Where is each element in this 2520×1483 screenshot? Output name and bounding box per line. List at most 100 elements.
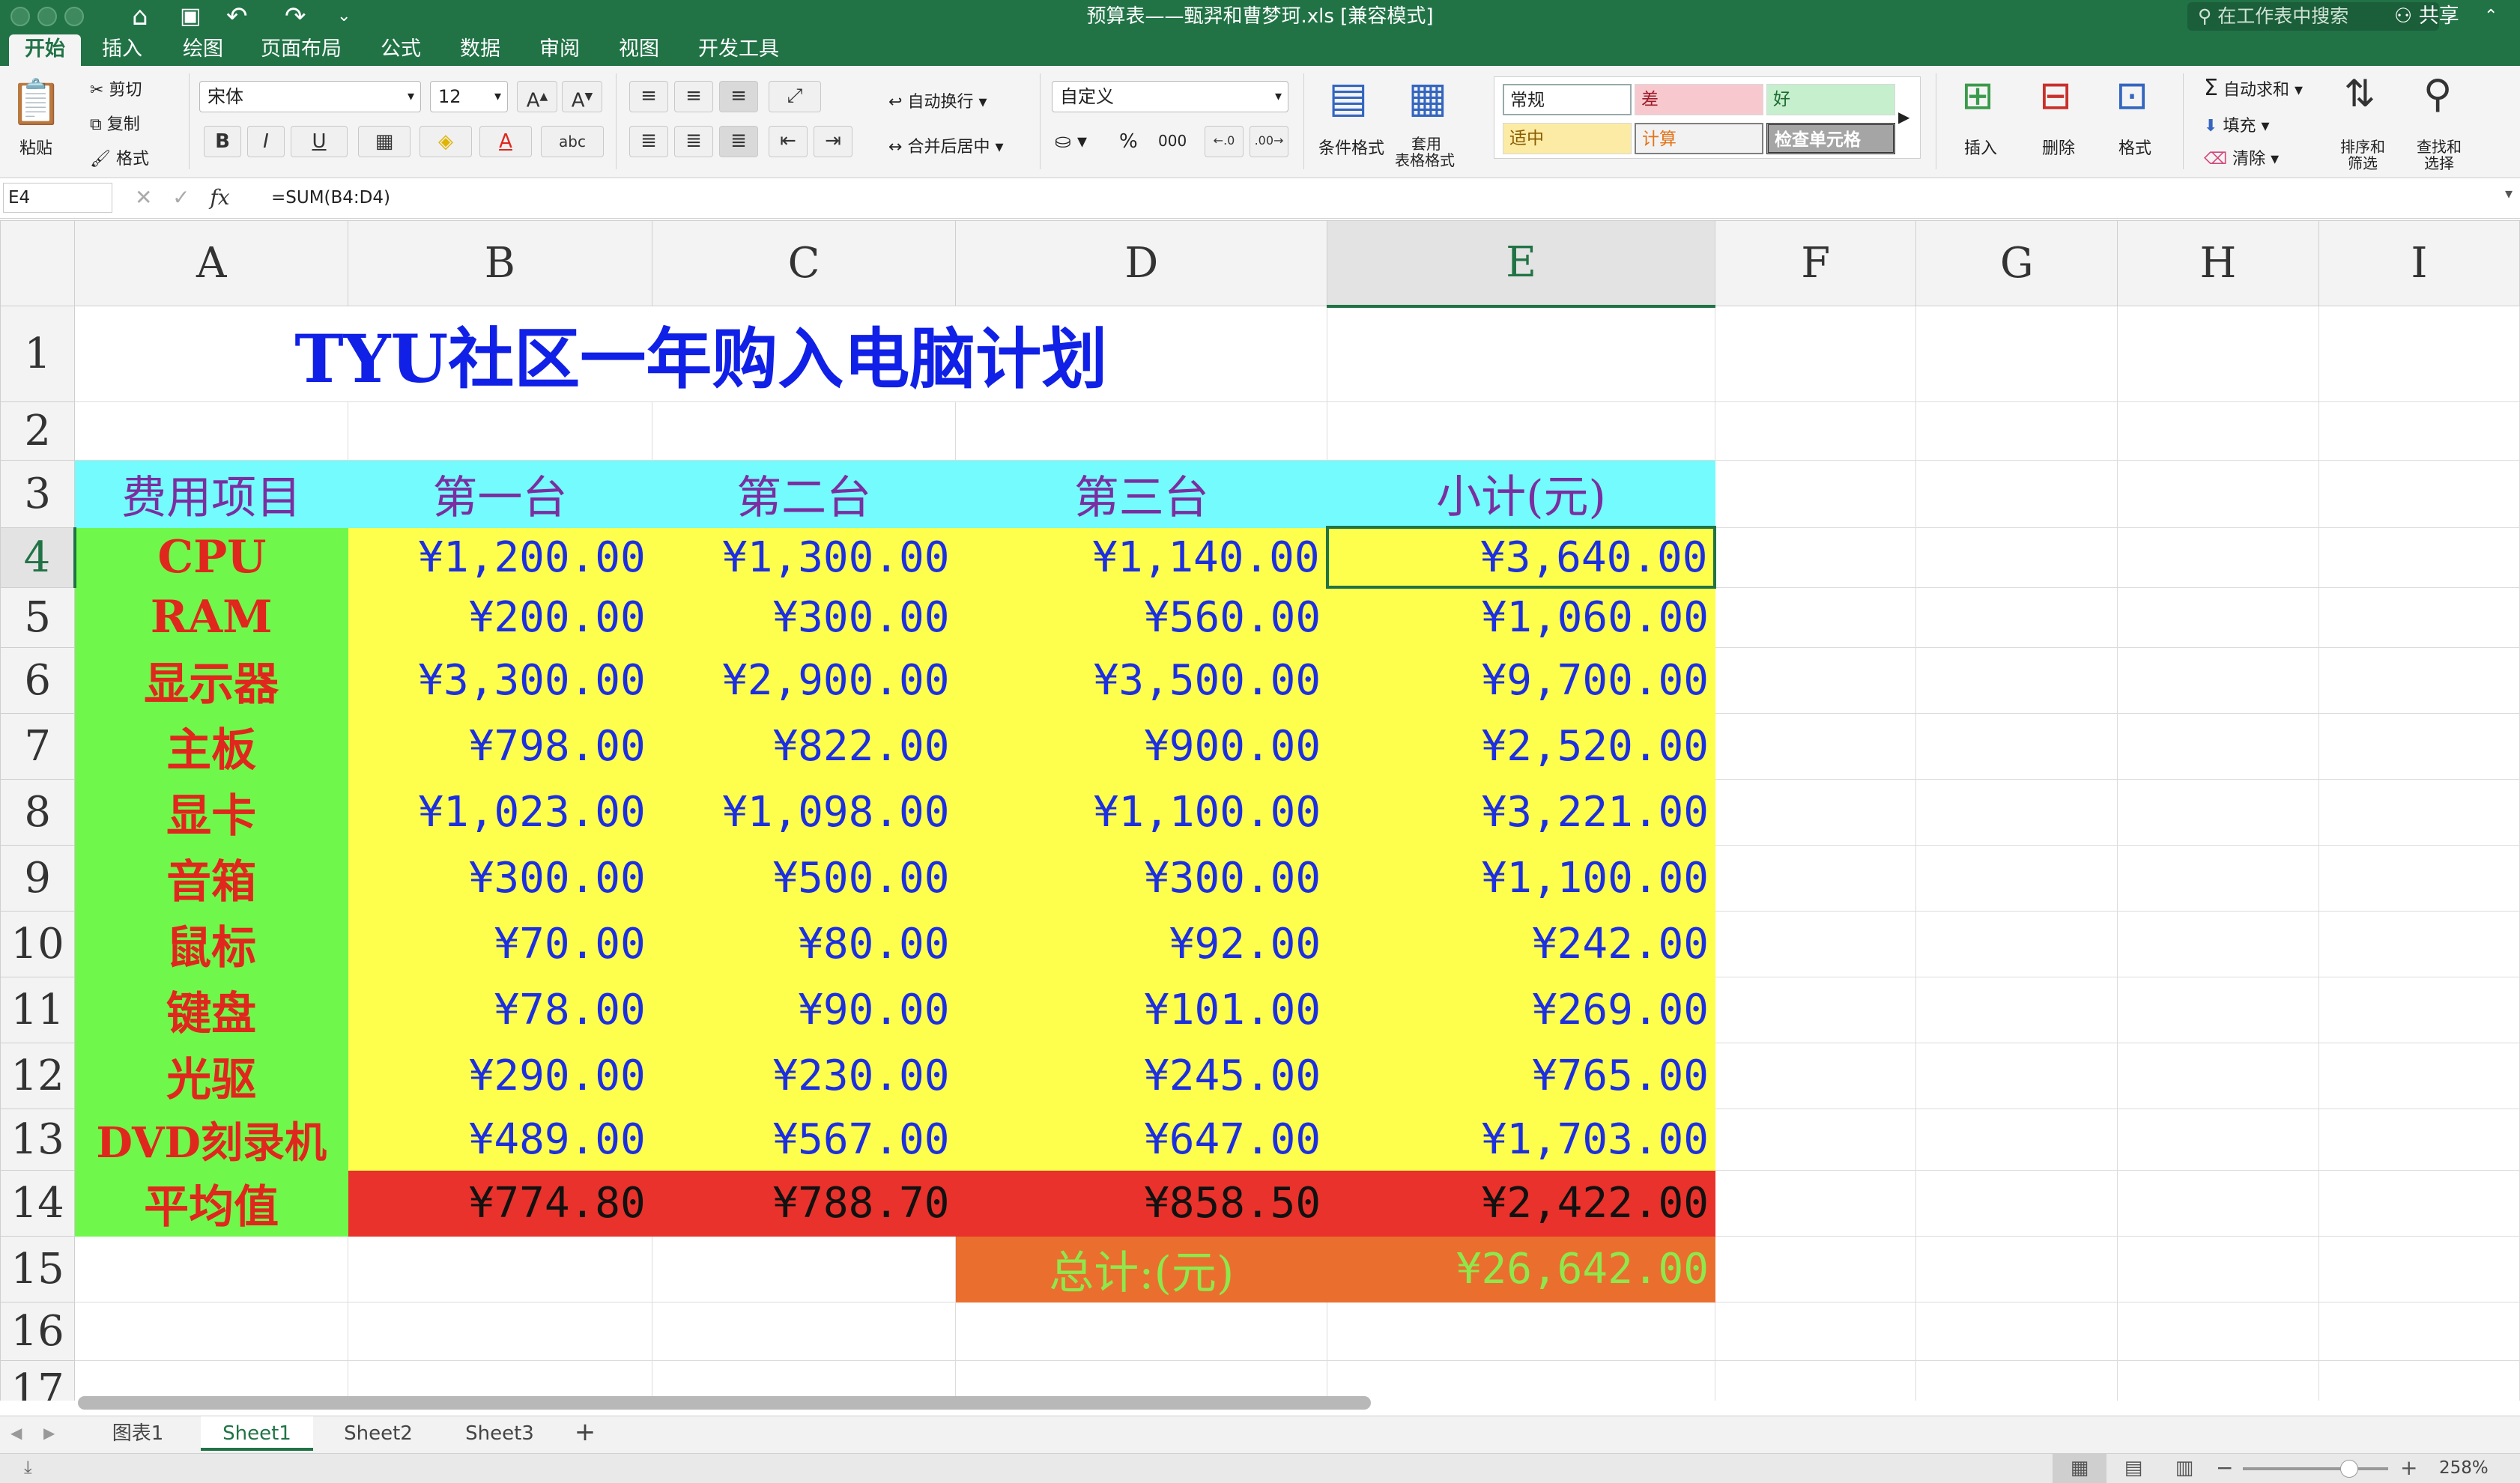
cell[interactable]: [2117, 646, 2319, 714]
row-header[interactable]: 17: [0, 1359, 76, 1401]
format-cells-label[interactable]: 格式: [2118, 135, 2151, 159]
underline-button[interactable]: U: [291, 126, 348, 157]
value-cell[interactable]: ¥500.00: [651, 844, 957, 912]
zoom-in-icon[interactable]: +: [2400, 1454, 2417, 1482]
percent-style-button[interactable]: %: [1119, 130, 1138, 153]
cell[interactable]: [1327, 306, 1715, 402]
cell[interactable]: [1327, 1301, 1715, 1361]
cell[interactable]: [1714, 1108, 1917, 1171]
column-header-b[interactable]: B: [347, 220, 652, 306]
cell[interactable]: [955, 1359, 1328, 1401]
zoom-slider-thumb[interactable]: [2340, 1460, 2358, 1478]
sheet-tab-chart1[interactable]: 图表1: [93, 1416, 183, 1451]
cell[interactable]: [651, 401, 957, 461]
cell[interactable]: [2117, 401, 2319, 461]
tab-review[interactable]: 审阅: [530, 34, 589, 66]
cell[interactable]: [347, 401, 652, 461]
scroll-left-icon[interactable]: ◀: [10, 1424, 22, 1442]
cell[interactable]: [1714, 1042, 1917, 1109]
header-cell[interactable]: 小计(元): [1327, 460, 1715, 528]
category-cell[interactable]: 音箱: [74, 844, 348, 912]
accounting-format-button[interactable]: ⛀ ▾: [1055, 130, 1087, 153]
row-header[interactable]: 11: [0, 976, 76, 1043]
cell[interactable]: [2117, 976, 2319, 1043]
row-header[interactable]: 12: [0, 1042, 76, 1109]
align-bottom-icon[interactable]: ≡: [719, 81, 758, 112]
cell[interactable]: [1714, 1235, 1917, 1302]
column-header-g[interactable]: G: [1915, 220, 2118, 306]
merge-center-button[interactable]: ↔ 合并后居中 ▾: [888, 133, 1004, 157]
style-normal[interactable]: 常规: [1503, 84, 1632, 115]
cell[interactable]: [1915, 527, 2118, 588]
align-center-icon[interactable]: ≣: [674, 126, 713, 157]
cell[interactable]: [2117, 1169, 2319, 1237]
cell[interactable]: [2117, 1042, 2319, 1109]
conditional-format-label[interactable]: 条件格式: [1318, 135, 1384, 159]
row-header[interactable]: 9: [0, 844, 76, 912]
font-size-select[interactable]: 12 ▾: [430, 81, 508, 112]
category-cell[interactable]: CPU: [74, 527, 348, 588]
comma-style-button[interactable]: 000: [1158, 132, 1187, 150]
subtotal-cell[interactable]: ¥242.00: [1327, 910, 1715, 977]
average-cell[interactable]: ¥788.70: [651, 1169, 957, 1237]
cell[interactable]: [2318, 712, 2520, 780]
borders-icon[interactable]: ▦: [358, 126, 411, 157]
value-cell[interactable]: ¥3,300.00: [347, 646, 652, 714]
table-format-icon[interactable]: ▦: [1398, 73, 1458, 122]
row-header[interactable]: 4: [0, 527, 76, 588]
format-painter-button[interactable]: 🖌 格式: [90, 145, 149, 169]
decrease-decimal-icon[interactable]: .00→: [1250, 126, 1288, 157]
cell[interactable]: [1714, 1359, 1917, 1401]
zoom-level[interactable]: 258%: [2439, 1454, 2489, 1482]
cell[interactable]: [1915, 306, 2118, 402]
tab-formulas[interactable]: 公式: [372, 34, 430, 66]
column-header-f[interactable]: F: [1714, 220, 1917, 306]
cell[interactable]: [2117, 586, 2319, 648]
cell[interactable]: [2318, 778, 2520, 846]
copy-button[interactable]: ⧉ 复制: [90, 111, 140, 135]
font-color-icon[interactable]: A: [479, 126, 532, 157]
fill-color-icon[interactable]: ◈: [420, 126, 472, 157]
value-cell[interactable]: ¥1,200.00: [347, 527, 652, 588]
value-cell[interactable]: ¥70.00: [347, 910, 652, 977]
row-header[interactable]: 13: [0, 1108, 76, 1171]
value-cell[interactable]: ¥1,098.00: [651, 778, 957, 846]
decrease-indent-icon[interactable]: ⇤: [769, 126, 808, 157]
sheet-tab-sheet1[interactable]: Sheet1: [201, 1416, 313, 1451]
cell[interactable]: [1714, 586, 1917, 648]
number-format-select[interactable]: 自定义 ▾: [1052, 81, 1288, 112]
cell[interactable]: [2318, 460, 2520, 528]
value-cell[interactable]: ¥300.00: [651, 586, 957, 648]
format-cells-icon[interactable]: ⊡: [2102, 73, 2162, 118]
value-cell[interactable]: ¥647.00: [955, 1108, 1328, 1171]
tab-developer[interactable]: 开发工具: [692, 34, 785, 66]
cell[interactable]: [2117, 1235, 2319, 1302]
cancel-icon[interactable]: ✕: [135, 185, 152, 210]
cell[interactable]: [1915, 586, 2118, 648]
insert-cells-icon[interactable]: ⊞: [1948, 73, 2008, 118]
cell[interactable]: [2117, 712, 2319, 780]
average-cell[interactable]: ¥774.80: [347, 1169, 652, 1237]
phonetic-icon[interactable]: abc: [541, 126, 604, 157]
tab-insert[interactable]: 插入: [93, 34, 151, 66]
cell[interactable]: [1714, 1301, 1917, 1361]
confirm-icon[interactable]: ✓: [172, 185, 190, 210]
cut-button[interactable]: ✂ 剪切: [90, 76, 142, 100]
cell[interactable]: [2318, 646, 2520, 714]
font-name-select[interactable]: 宋体 ▾: [199, 81, 421, 112]
category-cell[interactable]: 主板: [74, 712, 348, 780]
cell[interactable]: [347, 1359, 652, 1401]
subtotal-cell[interactable]: ¥3,221.00: [1327, 778, 1715, 846]
value-cell[interactable]: ¥798.00: [347, 712, 652, 780]
sheet-tab-sheet2[interactable]: Sheet2: [322, 1416, 434, 1451]
cell[interactable]: [1915, 1359, 2118, 1401]
subtotal-cell[interactable]: ¥765.00: [1327, 1042, 1715, 1109]
row-header[interactable]: 3: [0, 460, 76, 528]
paste-label[interactable]: 粘贴: [19, 135, 52, 159]
header-cell[interactable]: 费用项目: [74, 460, 348, 528]
cell[interactable]: [1714, 527, 1917, 588]
find-select-label-2[interactable]: 选择: [2424, 151, 2454, 173]
header-cell[interactable]: 第二台: [651, 460, 957, 528]
zoom-slider-track[interactable]: [2243, 1467, 2388, 1470]
row-header[interactable]: 15: [0, 1235, 76, 1302]
